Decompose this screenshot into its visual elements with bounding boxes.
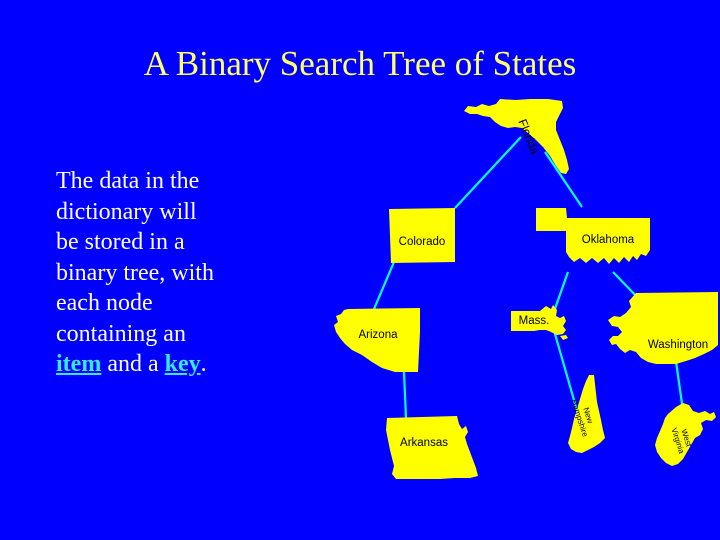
arizona-label: Arizona [359, 329, 399, 341]
colorado-label: Colorado [399, 236, 446, 248]
edge-arizona-arkansas [402, 371, 408, 419]
edge-florida-colorado [454, 136, 522, 209]
arkansas-label: Arkansas [400, 437, 448, 449]
tree-node-arizona[interactable]: Arizona [334, 308, 420, 372]
washington-state-shape [608, 292, 718, 364]
tree-edges [372, 136, 688, 433]
mass-label: Mass. [519, 315, 550, 327]
washington-label: Washington [648, 339, 708, 351]
tree-node-arkansas[interactable]: Arkansas [386, 416, 478, 479]
slide-canvas: A Binary Search Tree of States The data … [0, 0, 720, 540]
tree-node-colorado[interactable]: Colorado [389, 208, 455, 263]
edge-colorado-arizona [372, 261, 396, 310]
binary-search-tree-diagram: Florida Colorado Oklahoma Arizona Mass. … [334, 99, 718, 479]
tree-node-new-hampshire[interactable]: NewHampshire [568, 375, 605, 453]
tree-node-mass[interactable]: Mass. [511, 305, 568, 340]
tree-node-west-virginia[interactable]: WestVirginia [655, 403, 716, 466]
tree-node-oklahoma[interactable]: Oklahoma [536, 208, 650, 264]
oklahoma-label: Oklahoma [582, 234, 635, 246]
tree-node-washington[interactable]: Washington [608, 292, 718, 364]
